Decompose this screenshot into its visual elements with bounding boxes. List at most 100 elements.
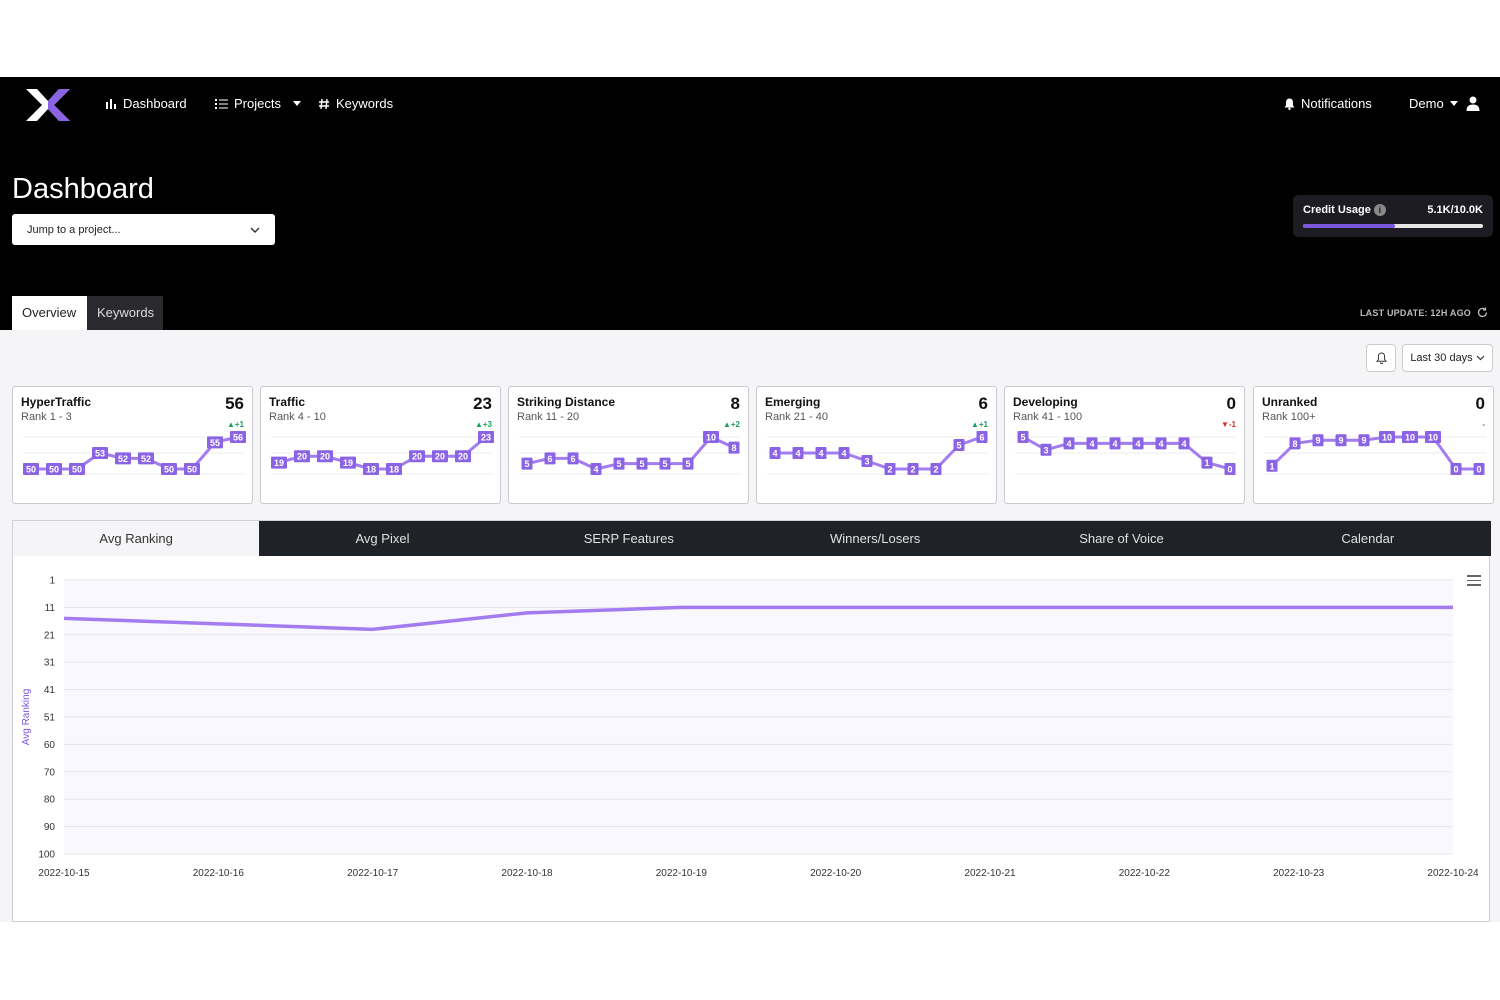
rank-card[interactable]: 1 8 9 9 9 10 10 10 0 0 Unranked Rank 100+ 0 - — [1253, 386, 1494, 504]
sparkline-point: 1 — [1266, 459, 1278, 472]
sparkline-point: 4 — [1109, 437, 1121, 450]
sparkline-point-label: 4 — [593, 465, 598, 475]
y-axis-label: Avg Ranking — [21, 689, 32, 746]
y-tick-label: 70 — [44, 767, 56, 778]
rank-card[interactable]: 4 4 4 4 3 2 2 2 5 6 Emerging Rank 21 - 40 6 ▲+1 — [756, 386, 997, 504]
rank-card-subtitle: Rank 1 - 3 — [21, 411, 72, 423]
sparkline-point-label: 50 — [72, 465, 82, 475]
rank-card[interactable]: 5 6 6 4 5 5 5 5 10 8 Striking Distance Rank 11 - 20… — [508, 386, 749, 504]
x-tick-label: 2022-10-20 — [810, 868, 862, 879]
nav-keywords[interactable]: Keywords — [318, 96, 393, 111]
brand-logo-icon[interactable] — [24, 87, 72, 123]
chart-tab-calendar[interactable]: Calendar — [1245, 521, 1491, 556]
chart-tab-winners-losers[interactable]: Winners/Losers — [752, 521, 998, 556]
user-avatar-icon[interactable] — [1466, 96, 1480, 111]
y-tick-label: 41 — [44, 685, 56, 696]
sparkline-point-label: 2 — [887, 465, 892, 475]
rank-card[interactable]: 5 3 4 4 4 4 4 4 1 0 Developing Rank 41 - 100 0 ▼-1 — [1004, 386, 1245, 504]
sparkline-point-label: 4 — [818, 449, 823, 459]
sparkline-point-label: 4 — [1181, 439, 1186, 449]
rank-card-count: 0 — [1475, 394, 1485, 413]
sparkline-point: 4 — [1086, 437, 1098, 450]
alerts-button[interactable] — [1366, 344, 1396, 372]
refresh-icon[interactable] — [1477, 307, 1488, 318]
sparkline-point-label: 5 — [616, 459, 621, 469]
sparkline-point-label: 5 — [639, 459, 644, 469]
tab-keywords[interactable]: Keywords — [87, 296, 163, 330]
rank-card-title: HyperTraffic — [21, 395, 92, 409]
tab-overview[interactable]: Overview — [12, 296, 87, 330]
sparkline-point: 4 — [590, 463, 602, 475]
nav-dashboard[interactable]: Dashboard — [105, 96, 187, 111]
jump-to-project-select[interactable]: Jump to a project... — [12, 214, 275, 245]
rank-card-count: 6 — [978, 394, 988, 413]
nav-notifications-label: Notifications — [1301, 96, 1372, 111]
sparkline-point: 50 — [23, 463, 39, 475]
sparkline-point-label: 2 — [910, 465, 915, 475]
y-tick-label: 11 — [45, 603, 56, 614]
credit-usage-bar — [1303, 224, 1483, 228]
rank-card-count: 56 — [225, 394, 244, 413]
rank-card[interactable]: 19 20 20 19 18 18 20 20 20 23 Traffic Rank 4 - 10 23… — [260, 386, 501, 504]
sparkline-point-label: 18 — [389, 465, 399, 475]
rank-card-subtitle: Rank 21 - 40 — [765, 411, 828, 423]
sparkline-point: 4 — [1132, 437, 1144, 450]
rank-card-delta: - — [1482, 420, 1485, 429]
sparkline-point-label: 53 — [95, 449, 105, 459]
sparkline-point: 52 — [115, 452, 131, 465]
rank-card-subtitle: Rank 100+ — [1262, 411, 1316, 423]
sparkline-point: 5 — [1017, 431, 1029, 443]
sparkline-point: 4 — [1155, 437, 1167, 450]
sparkline-point-label: 2 — [933, 465, 938, 475]
sparkline-point-label: 1 — [1269, 461, 1274, 471]
info-icon[interactable]: i — [1373, 204, 1386, 216]
bell-outline-icon — [1375, 352, 1387, 364]
sparkline-point: 50 — [69, 463, 85, 475]
user-menu-label: Demo — [1409, 96, 1444, 111]
chevron-down-icon — [1476, 355, 1485, 361]
sparkline-point: 3 — [1040, 443, 1052, 456]
sparkline-point-label: 5 — [1020, 433, 1025, 443]
y-tick-label: 60 — [44, 740, 56, 751]
chart-tab-avg-pixel[interactable]: Avg Pixel — [259, 521, 505, 556]
rank-card[interactable]: 50 50 50 53 52 52 50 50 55 56 HyperTraffic Rank 1 -… — [12, 386, 253, 504]
chart-panel: Avg Ranking Avg Pixel SERP Features Winn… — [12, 520, 1491, 922]
sparkline-point: 6 — [567, 452, 579, 465]
sparkline-point: 10 — [1425, 431, 1441, 443]
sparkline-point: 53 — [92, 447, 108, 459]
chart-tabs: Avg Ranking Avg Pixel SERP Features Winn… — [13, 521, 1491, 556]
sparkline-point: 2 — [930, 463, 942, 475]
user-menu[interactable]: Demo — [1409, 96, 1458, 111]
sparkline-point-label: 50 — [187, 465, 197, 475]
chevron-down-icon — [1449, 101, 1458, 106]
sparkline-point-label: 0 — [1476, 465, 1481, 475]
sparkline-point: 8 — [1289, 437, 1301, 450]
y-tick-label: 31 — [44, 658, 56, 669]
chart-tab-share-of-voice[interactable]: Share of Voice — [998, 521, 1244, 556]
sparkline-point-label: 0 — [1453, 465, 1458, 475]
date-range-select[interactable]: Last 30 days — [1402, 344, 1493, 372]
sparkline-point: 50 — [46, 463, 62, 475]
sparkline-point-label: 18 — [366, 465, 376, 475]
sparkline-point: 4 — [769, 447, 781, 459]
sparkline-point: 4 — [1063, 437, 1075, 450]
sparkline-point: 18 — [386, 463, 402, 475]
chart-tab-avg-ranking[interactable]: Avg Ranking — [13, 521, 260, 556]
sparkline-point: 50 — [161, 463, 177, 475]
sparkline-point-label: 4 — [1066, 439, 1071, 449]
sparkline-point: 10 — [703, 431, 719, 443]
bell-icon — [1284, 98, 1295, 110]
sparkline-point-label: 4 — [1135, 439, 1140, 449]
x-tick-label: 2022-10-18 — [501, 868, 553, 879]
rank-card-count: 23 — [473, 394, 492, 413]
sparkline-point-label: 20 — [412, 452, 422, 462]
app-root: Dashboard Projects Keywords Notification… — [0, 77, 1500, 922]
chart-tab-serp-features[interactable]: SERP Features — [506, 521, 752, 556]
sparkline-point-label: 5 — [956, 441, 961, 451]
nav-notifications[interactable]: Notifications — [1284, 96, 1372, 111]
sparkline-point-label: 9 — [1361, 436, 1366, 446]
credit-usage-panel: Credit Usage i 5.1K/10.0K — [1293, 195, 1493, 237]
chevron-down-icon — [250, 227, 260, 233]
sparkline-point-label: 6 — [547, 454, 552, 464]
nav-projects[interactable]: Projects — [215, 96, 301, 111]
